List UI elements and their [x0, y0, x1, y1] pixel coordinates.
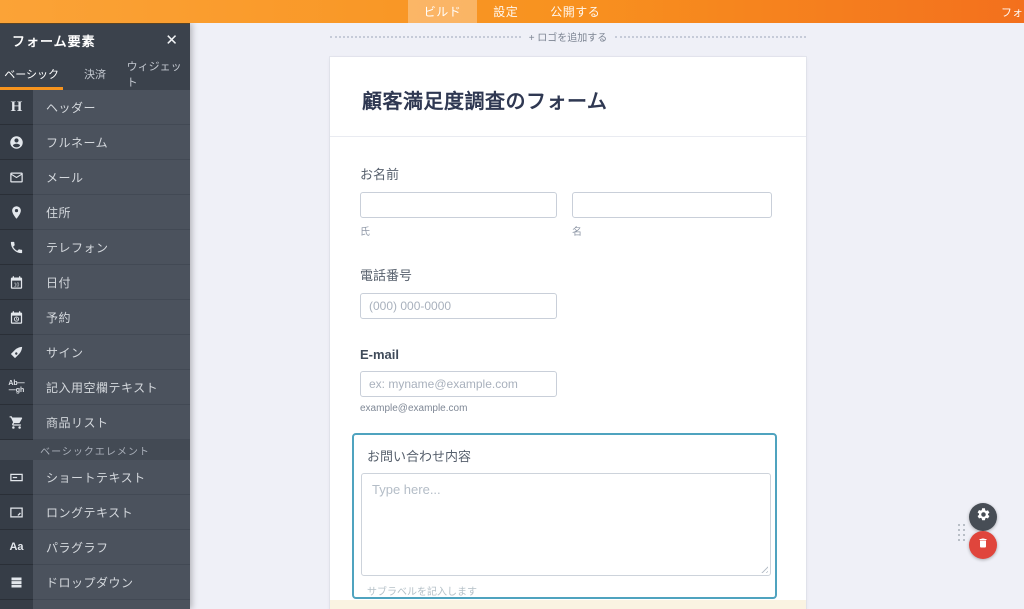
sidebar-item-label: 商品リスト [33, 405, 190, 440]
phone-input[interactable] [360, 293, 557, 319]
next-element-highlight[interactable] [330, 600, 806, 609]
form-title[interactable]: 顧客満足度調査のフォーム [362, 85, 774, 114]
paragraph-icon: Aa [0, 530, 33, 565]
sidebar-item-label: サイン [33, 335, 190, 370]
sidebar-tab-widget[interactable]: ウィジェット [127, 57, 190, 90]
sidebar-item-signature[interactable]: サイン [0, 335, 190, 370]
add-logo-row: + ロゴを追加する [330, 29, 806, 44]
topbar-tabs: ビルド 設定 公開する [407, 0, 617, 23]
header-icon: H [0, 90, 33, 125]
name-field-block[interactable]: お名前 氏 名 [360, 164, 776, 238]
svg-text:10: 10 [14, 282, 20, 288]
last-name-sublabel: 氏 [360, 227, 370, 238]
message-sublabel: サブラベルを記入します [367, 587, 477, 598]
sidebar-tab-payment[interactable]: 決済 [63, 57, 126, 90]
sidebar-item-header[interactable]: H ヘッダー [0, 90, 190, 125]
dashed-divider-right [615, 35, 806, 38]
form-builder-app: ビルド 設定 公開する フォ フォーム要素 ✕ ベーシック 決済 ウィジェット H ヘッダ… [0, 0, 1024, 609]
sidebar-item-label: 住所 [33, 195, 190, 230]
form-elements-sidebar: フォーム要素 ✕ ベーシック 決済 ウィジェット H ヘッダー フルネーム メール 住所 テレ… [0, 23, 190, 609]
sidebar-title: フォーム要素 [12, 34, 96, 49]
fullname-icon [0, 125, 33, 160]
topbar-tab-build[interactable]: ビルド [407, 0, 478, 23]
sidebar-item-fill-blank[interactable]: Ab— —gh 記入用空欄テキスト [0, 370, 190, 405]
sidebar-item-fullname[interactable]: フルネーム [0, 125, 190, 160]
sidebar-item-label: ロングテキスト [33, 495, 190, 530]
sidebar-item-phone[interactable]: テレフォン [0, 230, 190, 265]
sidebar-item-dropdown[interactable]: ドロップダウン [0, 565, 190, 600]
last-name-input[interactable] [360, 192, 557, 218]
sidebar-tabs: ベーシック 決済 ウィジェット [0, 57, 190, 90]
sidebar-item-label: ヘッダー [33, 90, 190, 125]
add-logo-button[interactable]: + ロゴを追加する [529, 29, 608, 44]
field-delete-button[interactable] [969, 531, 997, 559]
field-settings-button[interactable] [969, 503, 997, 531]
dropdown-icon [0, 565, 33, 600]
sidebar-header: フォーム要素 ✕ [0, 23, 190, 57]
email-icon [0, 160, 33, 195]
gear-icon [976, 507, 991, 527]
form-title-block[interactable]: 顧客満足度調査のフォーム [330, 57, 806, 137]
email-field-block[interactable]: E-mail example@example.com [360, 347, 776, 414]
phone-icon [0, 230, 33, 265]
sidebar-section-header: ベーシックエレメント [0, 440, 190, 460]
fill-blank-icon: Ab— —gh [0, 370, 33, 405]
topbar-tab-settings[interactable]: 設定 [477, 0, 534, 23]
sidebar-element-list: H ヘッダー フルネーム メール 住所 テレフォン 10 日付 予約 サイン Ab— —gh 記入用空欄… [0, 90, 190, 609]
sidebar-item-label: パラグラフ [33, 530, 190, 565]
dashed-divider-left [330, 35, 521, 38]
sidebar-item-short-text[interactable]: ショートテキスト [0, 460, 190, 495]
form-body: お名前 氏 名 電話番号 E-mail [330, 164, 806, 599]
product-list-icon [0, 405, 33, 440]
booking-icon [0, 300, 33, 335]
signature-icon [0, 335, 33, 370]
sidebar-item-label: ショートテキスト [33, 460, 190, 495]
date-icon: 10 [0, 265, 33, 300]
first-name-sublabel: 名 [572, 227, 582, 238]
close-icon[interactable]: ✕ [165, 33, 178, 48]
sidebar-item-label: テレフォン [33, 230, 190, 265]
long-text-icon [0, 495, 33, 530]
message-field-label: お問い合わせ内容 [367, 449, 472, 464]
top-navigation-bar: ビルド 設定 公開する フォ [0, 0, 1024, 23]
message-textarea[interactable] [361, 473, 771, 576]
phone-field-block[interactable]: 電話番号 [360, 265, 776, 319]
trash-icon [977, 536, 989, 554]
sidebar-item-label: 記入用空欄テキスト [33, 370, 190, 405]
sidebar-item-label: メール [33, 160, 190, 195]
sidebar-item-email[interactable]: メール [0, 160, 190, 195]
phone-field-label: 電話番号 [360, 268, 413, 283]
form-canvas: + ロゴを追加する 顧客満足度調査のフォーム お名前 氏 名 電話番号 (000… [190, 23, 1024, 609]
sidebar-item-date[interactable]: 10 日付 [0, 265, 190, 300]
message-field-block-selected[interactable]: お問い合わせ内容 サブラベルを記入します [352, 433, 777, 599]
topbar-tab-publish[interactable]: 公開する [534, 0, 616, 23]
sidebar-tab-basic[interactable]: ベーシック [0, 57, 64, 90]
sidebar-item-label: ドロップダウン [33, 565, 190, 600]
sidebar-item-long-text[interactable]: ロングテキスト [0, 495, 190, 530]
sidebar-item-product-list[interactable]: 商品リスト [0, 405, 190, 440]
sidebar-item-paragraph[interactable]: Aa パラグラフ [0, 530, 190, 565]
email-input[interactable] [360, 371, 557, 397]
first-name-input[interactable] [572, 192, 772, 218]
name-field-label: お名前 [360, 167, 400, 182]
form-card: 顧客満足度調査のフォーム お名前 氏 名 電話番号 (000) 000-0000… [330, 57, 806, 609]
short-text-icon [0, 460, 33, 495]
sidebar-item-booking[interactable]: 予約 [0, 300, 190, 335]
drag-handle-icon[interactable] [958, 524, 967, 546]
address-icon [0, 195, 33, 230]
email-field-label: E-mail [360, 347, 400, 362]
sidebar-item-label: 予約 [33, 300, 190, 335]
sidebar-item-address[interactable]: 住所 [0, 195, 190, 230]
sidebar-item-label: 日付 [33, 265, 190, 300]
sidebar-item-label: フルネーム [33, 125, 190, 160]
topbar-right-partial-text[interactable]: フォ [1001, 4, 1023, 20]
email-sublabel: example@example.com [360, 403, 468, 414]
